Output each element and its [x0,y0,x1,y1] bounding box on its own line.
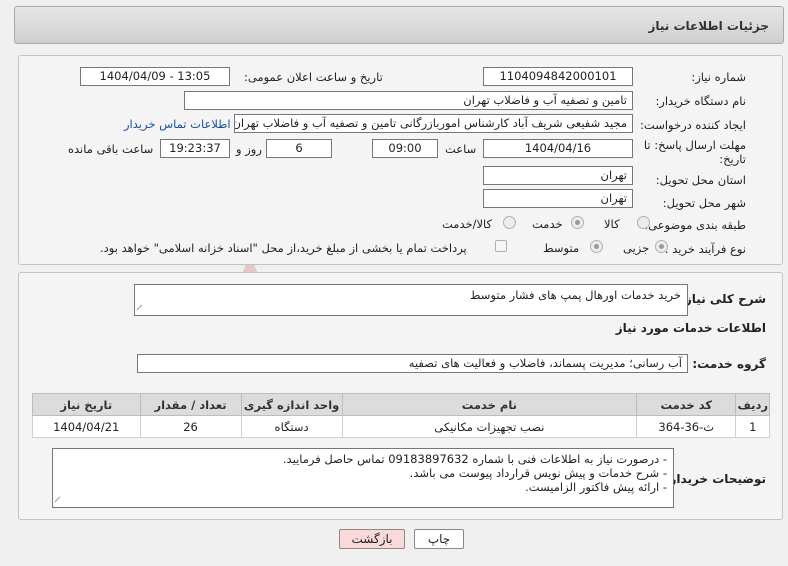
creator-field: مجید شفیعی شریف آباد کارشناس اموربازرگان… [234,114,633,133]
resize-handle-icon[interactable] [54,496,65,507]
remaining-time-field: 19:23:37 [160,139,230,158]
process-label: نوع فرآیند خرید : [664,242,746,256]
cell-unit: دستگاه [240,415,343,438]
process-radio-medium[interactable] [590,240,603,253]
cell-quantity: 26 [139,415,242,438]
cell-service-code: ث-36-364 [636,415,737,438]
category-goods-label: کالا [604,217,620,231]
table-row: 1 ث-36-364 نصب تجهیزات مکانیکی دستگاه 26… [32,415,770,438]
category-radio-service[interactable] [571,216,584,229]
need-info-panel [18,55,783,265]
process-minor-label: جزیی [623,241,650,255]
category-radio-goods[interactable] [637,216,650,229]
category-radio-goods-service[interactable] [503,216,516,229]
buyer-notes-label: توضیحات خریدار: [664,472,766,486]
back-button[interactable]: بازگشت [339,529,405,549]
column-header-need-date: تاریخ نیاز [32,393,141,416]
buyer-org-field: تامین و تصفیه آب و فاضلاب تهران [184,91,633,110]
deadline-date-label: تاریخ: [719,152,746,166]
category-service-label: خدمت [532,217,563,231]
table-header-row: ردیف کد خدمت نام خدمت واحد اندازه گیری ت… [32,393,770,416]
column-header-unit: واحد اندازه گیری [240,393,343,416]
resize-handle-icon[interactable] [136,304,147,315]
buyer-note-line: - شرح خدمات و پیش نویس قرارداد پیوست می … [409,466,667,480]
announce-date-field: 1404/04/09 - 13:05 [80,67,230,86]
cell-service-name: نصب تجهیزات مکانیکی [341,415,638,438]
city-label: شهر محل تحویل: [662,196,746,210]
process-medium-label: متوسط [543,241,580,255]
buyer-org-label: نام دستگاه خریدار: [655,94,746,108]
buyer-note-line: - درصورت نیاز به اطلاعات فنی با شماره 09… [282,452,667,466]
category-goods-service-label: کالا/خدمت [442,217,493,231]
deadline-time-label: ساعت [445,142,477,156]
summary-text: خرید خدمات اورهال پمپ های فشار متوسط [469,288,681,302]
print-button[interactable]: چاپ [414,529,464,549]
page-title: جزئیات اطلاعات نیاز [648,19,769,33]
buyer-notes-textarea[interactable]: - درصورت نیاز به اطلاعات فنی با شماره 09… [52,448,674,508]
summary-textarea[interactable]: خرید خدمات اورهال پمپ های فشار متوسط [134,284,688,316]
need-number-field: 1104094842000101 [483,67,633,86]
page-header: جزئیات اطلاعات نیاز [14,6,784,44]
deadline-date-field: 1404/04/16 [483,139,633,158]
days-label: روز و [236,142,262,156]
column-header-service-code: کد خدمت [636,393,737,416]
service-group-label: گروه خدمت: [692,357,766,371]
deadline-label: مهلت ارسال پاسخ: تا [643,138,746,152]
announce-date-label: تاریخ و ساعت اعلان عمومی: [244,70,383,84]
creator-label: ایجاد کننده درخواست: [640,118,746,132]
buyer-note-line: - ارائه پیش فاکتور الزامیست. [525,480,667,494]
city-field: تهران [483,189,633,208]
cell-row-number: 1 [735,415,770,438]
treasury-checkbox[interactable] [495,240,507,252]
remaining-label: ساعت باقی مانده [68,142,154,156]
province-field: تهران [483,166,633,185]
cell-need-date: 1404/04/21 [32,415,141,438]
column-header-row-number: ردیف [735,393,770,416]
payment-note: پرداخت تمام یا بخشی از مبلغ خرید،از محل … [100,241,467,255]
services-section-title: اطلاعات خدمات مورد نیاز [615,321,766,335]
need-number-label: شماره نیاز: [691,70,746,84]
summary-label: شرح کلی نیاز: [680,292,766,306]
service-group-field: آب رسانی؛ مدیریت پسماند، فاضلاب و فعالیت… [137,354,688,373]
column-header-quantity: تعداد / مقدار [139,393,242,416]
deadline-time-field: 09:00 [372,139,438,158]
province-label: استان محل تحویل: [655,173,746,187]
process-radio-minor[interactable] [655,240,668,253]
services-table: ردیف کد خدمت نام خدمت واحد اندازه گیری ت… [32,393,770,438]
remaining-days-field: 6 [266,139,332,158]
buyer-contact-link[interactable]: اطلاعات تماس خریدار [124,117,231,131]
column-header-service-name: نام خدمت [341,393,638,416]
category-label: طبقه بندی موضوعی: [644,218,746,232]
